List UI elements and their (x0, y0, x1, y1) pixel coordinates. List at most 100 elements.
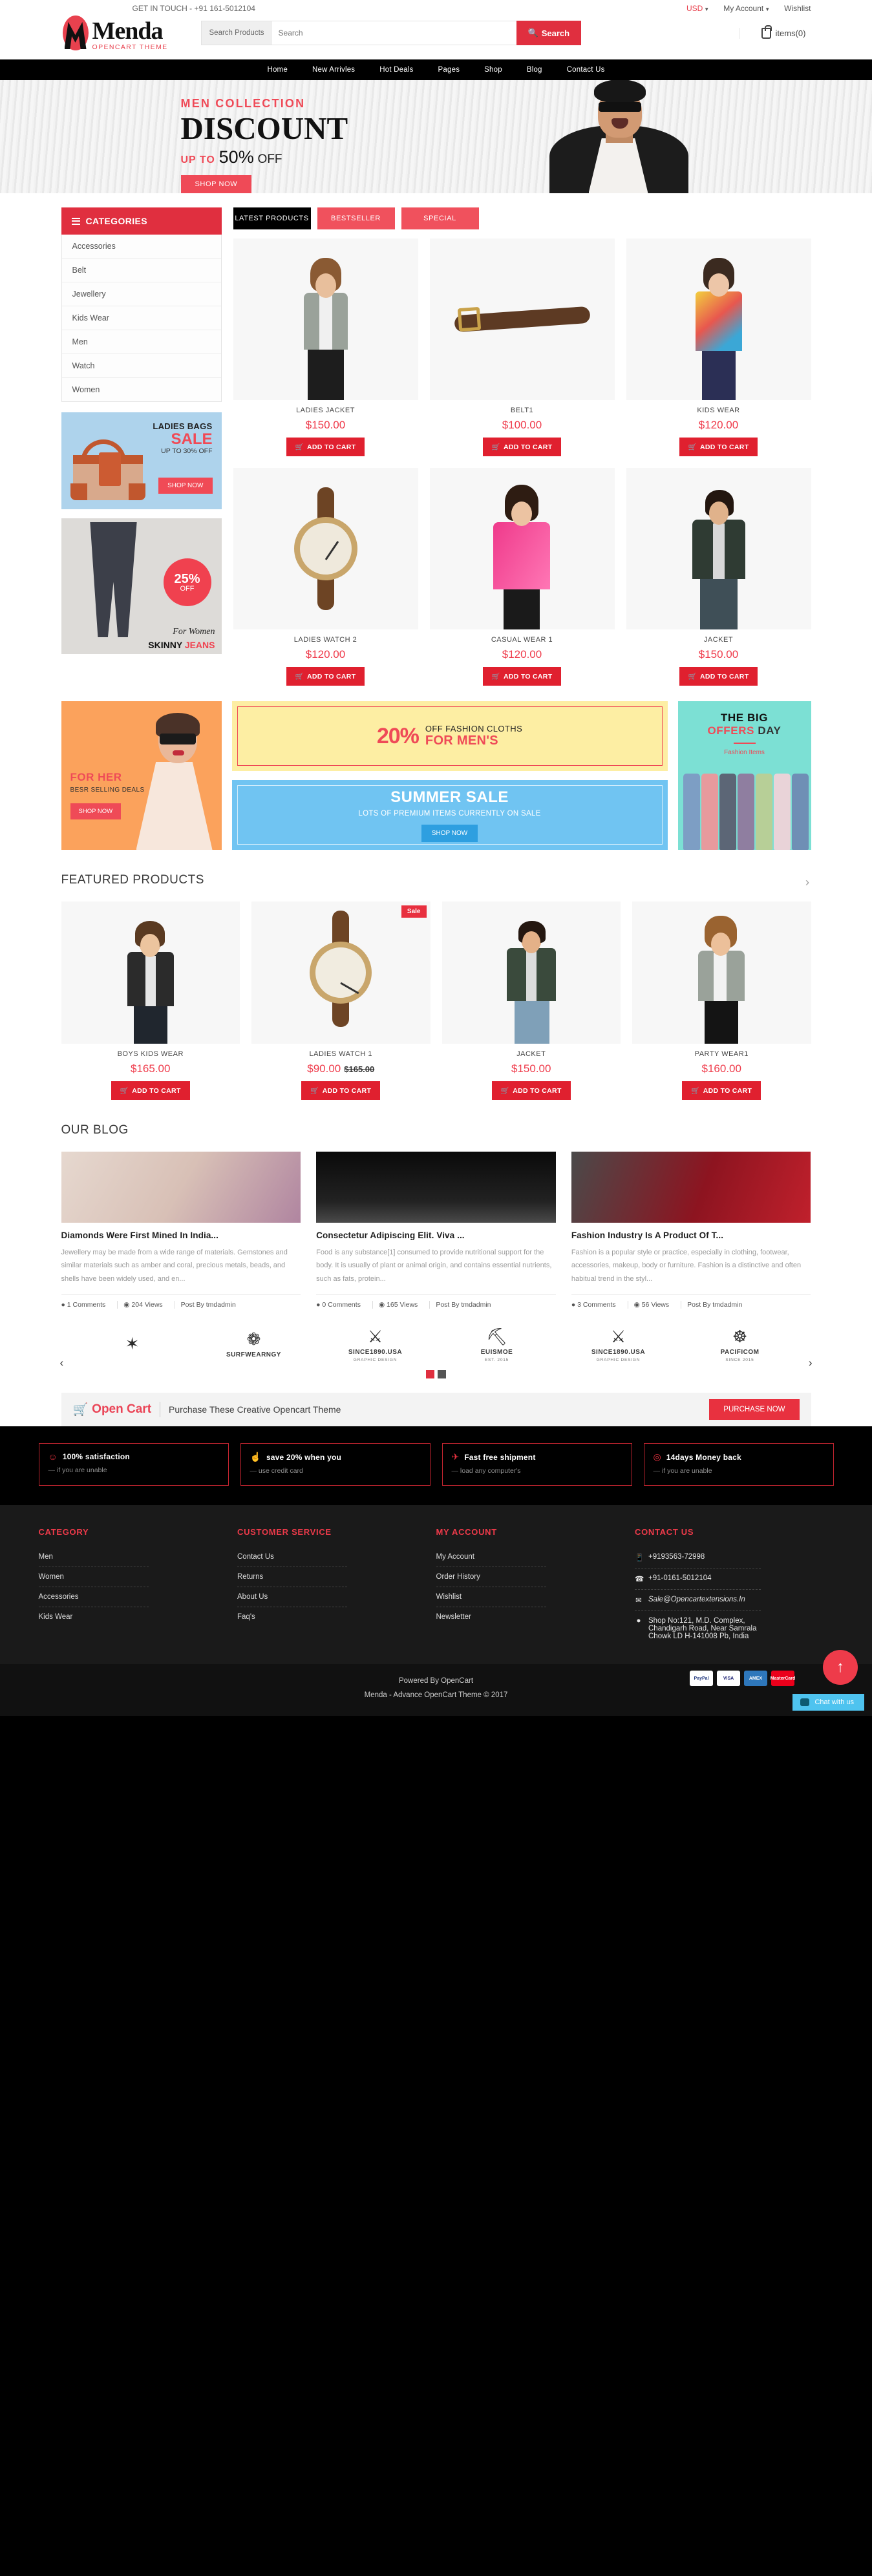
for-her-banner[interactable]: FOR HER BESR SELLING DEALS SHOP NOW (61, 701, 222, 850)
footer-link-contact-us[interactable]: Contact Us (237, 1547, 347, 1568)
carousel-dot-2[interactable] (438, 1370, 446, 1379)
add-to-cart-button[interactable]: 🛒 ADD TO CART (482, 667, 562, 686)
purchase-now-button[interactable]: PURCHASE NOW (709, 1399, 800, 1420)
summer-shop-now-button[interactable]: SHOP NOW (421, 824, 478, 842)
search-category-select[interactable]: Search Products (200, 21, 272, 45)
sidebar-item-belt[interactable]: Belt (61, 259, 221, 282)
product-card[interactable]: JACKET $150.00 🛒 ADD TO CART (626, 468, 811, 686)
sidebar-item-men[interactable]: Men (61, 330, 221, 354)
footer-link-my-account[interactable]: My Account (436, 1547, 546, 1568)
carousel-dots (61, 1370, 811, 1379)
blog-post-card[interactable]: Consectetur Adipiscing Elit. Viva ... Fo… (316, 1152, 556, 1309)
footer-link-faqs[interactable]: Faq's (237, 1607, 347, 1627)
add-to-cart-button[interactable]: 🛒 ADD TO CART (491, 1081, 571, 1100)
product-card[interactable]: LADIES WATCH 2 $120.00 🛒 ADD TO CART (233, 468, 418, 686)
back-to-top-button[interactable]: ↑ (823, 1650, 858, 1685)
tab-latest-products[interactable]: LATEST PRODUCTS (233, 207, 311, 229)
nav-item-hot-deals[interactable]: Hot Deals (367, 66, 425, 74)
footer-link-women[interactable]: Women (38, 1567, 149, 1588)
sidebar-item-accessories[interactable]: Accessories (61, 235, 221, 259)
brand-logo[interactable]: ❁ SURFWEARNGY (193, 1331, 315, 1360)
skinny-jeans-banner[interactable]: 25% OFF For Women SKINNY JEANS (61, 518, 222, 654)
footer-link-men[interactable]: Men (38, 1547, 149, 1568)
ladies-bags-banner[interactable]: LADIES BAGS SALE UP TO 30% OFF SHOP NOW (61, 412, 222, 509)
chat-with-us-button[interactable]: Chat with us (792, 1693, 864, 1711)
footer-link-newsletter[interactable]: Newsletter (436, 1607, 546, 1627)
cart-widget[interactable]: items(0) (738, 25, 811, 39)
blog-post-excerpt: Fashion is a popular style or practice, … (571, 1249, 802, 1283)
add-to-cart-button[interactable]: 🛒 ADD TO CART (301, 1081, 381, 1100)
brand-logo[interactable]: ⚔ SINCE1890.USA GRAPHIC DESIGN (558, 1328, 679, 1362)
product-card[interactable]: PARTY WEAR1 $160.00 🛒 ADD TO CART (632, 902, 811, 1100)
brand-logo[interactable]: ⚔ SINCE1890.USA GRAPHIC DESIGN (315, 1328, 436, 1362)
site-logo[interactable]: Menda OPENCART THEME (61, 16, 197, 50)
for-her-shop-now-button[interactable]: SHOP NOW (70, 803, 122, 819)
chevron-right-icon[interactable]: › (805, 876, 810, 889)
nav-item-home[interactable]: Home (255, 66, 299, 74)
contact-email[interactable]: ✉ Sale@Opencartextensions.In (635, 1590, 761, 1612)
brand-glyph-icon: ☸ (732, 1327, 748, 1347)
nav-item-blog[interactable]: Blog (515, 66, 555, 74)
nav-item-new-arrivles[interactable]: New Arrivles (300, 66, 367, 74)
hero-shop-now-button[interactable]: SHOP NOW (180, 175, 252, 193)
add-to-cart-button[interactable]: 🛒 ADD TO CART (286, 667, 365, 686)
product-card[interactable]: CASUAL WEAR 1 $120.00 🛒 ADD TO CART (429, 468, 615, 686)
search-button[interactable]: 🔍 Search (516, 21, 582, 45)
nav-item-contact-us[interactable]: Contact Us (555, 66, 617, 74)
add-to-cart-button[interactable]: 🛒 ADD TO CART (482, 438, 562, 456)
product-card[interactable]: JACKET $150.00 🛒 ADD TO CART (441, 902, 621, 1100)
big-offers-day-banner[interactable]: THE BIG OFFERS DAY Fashion Items (677, 701, 811, 850)
sidebar-item-watch[interactable]: Watch (61, 354, 221, 378)
product-card[interactable]: BELT1 $100.00 🛒 ADD TO CART (429, 238, 615, 456)
hero-banner[interactable]: MEN COLLECTION DISCOUNT UP TO 50% OFF SH… (0, 80, 872, 193)
blog-post-card[interactable]: Fashion Industry Is A Product Of T... Fa… (571, 1152, 811, 1309)
currency-selector[interactable]: USD ▼ (686, 4, 709, 13)
add-to-cart-button[interactable]: 🛒 ADD TO CART (111, 1081, 190, 1100)
sidebar-item-jewellery[interactable]: Jewellery (61, 282, 221, 306)
nav-item-shop[interactable]: Shop (472, 66, 515, 74)
payment-icons: PayPal VISA AMEX MasterCard (690, 1671, 795, 1687)
carousel-prev-icon[interactable]: ‹ (60, 1357, 64, 1369)
tab-special[interactable]: SPECIAL (401, 207, 479, 229)
wishlist-link[interactable]: Wishlist (784, 4, 811, 13)
footer-link-returns[interactable]: Returns (237, 1567, 347, 1588)
product-card[interactable]: BOYS KIDS WEAR $165.00 🛒 ADD TO CART (61, 902, 240, 1100)
blog-post-meta: ● 0 Comments ◉ 165 Views Post By tmdadmi… (316, 1294, 556, 1309)
my-account-menu[interactable]: My Account ▼ (723, 4, 770, 13)
blog-post-card[interactable]: Diamonds Were First Mined In India... Je… (61, 1152, 301, 1309)
footer-link-kids-wear[interactable]: Kids Wear (39, 1607, 149, 1627)
twenty-percent-banner[interactable]: 20% OFF FASHION CLOTHS FOR MEN'S (231, 701, 668, 771)
brand-logo[interactable]: ⛏ EUISMOE EST. 2015 (436, 1328, 558, 1362)
add-to-cart-button[interactable]: 🛒 ADD TO CART (679, 438, 758, 456)
product-card[interactable]: Sale LADIES WATCH 1 $90.00 $165.00 🛒 ADD T… (251, 902, 431, 1100)
sidebar-item-women[interactable]: Women (62, 378, 221, 401)
carousel-dot-1[interactable] (426, 1370, 434, 1379)
brand-logo[interactable]: ☸ PACIFICOM SINCE 2015 (679, 1328, 801, 1362)
summer-sale-banner[interactable]: SUMMER SALE LOTS OF PREMIUM ITEMS CURREN… (231, 780, 668, 850)
search-input[interactable] (271, 21, 516, 45)
brand-logo[interactable]: ✶ (72, 1335, 193, 1356)
footer-link-about-us[interactable]: About Us (237, 1587, 347, 1608)
product-card[interactable]: LADIES JACKET $150.00 🛒 ADD TO CART (233, 238, 418, 456)
nav-item-pages[interactable]: Pages (426, 66, 473, 74)
footer-link-order-history[interactable]: Order History (436, 1567, 546, 1588)
blog-post-title[interactable]: Fashion Industry Is A Product Of T... (571, 1230, 811, 1240)
add-to-cart-button[interactable]: 🛒 ADD TO CART (682, 1081, 761, 1100)
footer-link-wishlist[interactable]: Wishlist (436, 1587, 546, 1608)
tab-bestseller[interactable]: BESTSELLER (317, 207, 395, 229)
carousel-next-icon[interactable]: › (809, 1357, 813, 1369)
add-to-cart-button[interactable]: 🛒 ADD TO CART (286, 438, 365, 456)
sidebar-item-kids-wear[interactable]: Kids Wear (61, 306, 221, 330)
add-to-cart-button[interactable]: 🛒 ADD TO CART (679, 667, 758, 686)
bags-shop-now-button[interactable]: SHOP NOW (158, 478, 213, 494)
blog-post-title[interactable]: Diamonds Were First Mined In India... (61, 1230, 301, 1240)
blog-image (316, 1152, 556, 1223)
blog-post-meta: ● 3 Comments ◉ 56 Views Post By tmdadmin (571, 1294, 811, 1309)
product-card[interactable]: KIDS WEAR $120.00 🛒 ADD TO CART (626, 238, 811, 456)
jeans-caption-title: SKINNY JEANS (148, 640, 215, 650)
product-price: $100.00 (502, 419, 542, 431)
blog-post-title[interactable]: Consectetur Adipiscing Elit. Viva ... (316, 1230, 556, 1240)
footer-link-accessories[interactable]: Accessories (38, 1587, 149, 1608)
cart-icon: 🛒 (688, 673, 697, 681)
product-image (429, 238, 615, 400)
